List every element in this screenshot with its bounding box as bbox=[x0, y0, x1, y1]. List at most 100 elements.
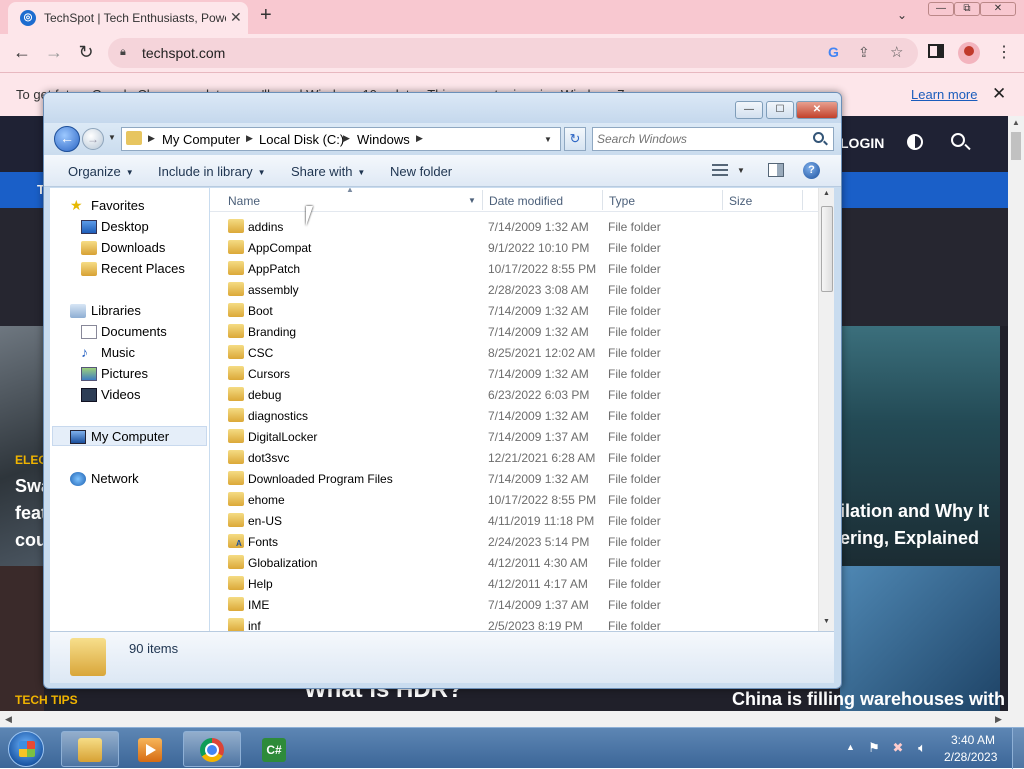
file-row[interactable]: IME 7/14/2009 1:37 AM File folder bbox=[210, 594, 818, 615]
right-headline-line[interactable]: ilation and Why It bbox=[840, 501, 989, 522]
start-button-icon[interactable] bbox=[8, 731, 44, 767]
change-view-icon[interactable] bbox=[712, 164, 728, 176]
scroll-up-arrow-icon[interactable]: ▲ bbox=[1012, 118, 1020, 127]
new-tab-button[interactable]: + bbox=[260, 4, 272, 27]
clock-date[interactable]: 2/28/2023 bbox=[944, 750, 997, 764]
page-scroll-thumb[interactable] bbox=[1011, 132, 1021, 160]
file-row[interactable]: AppPatch 10/17/2022 8:55 PM File folder bbox=[210, 258, 818, 279]
clock-time[interactable]: 3:40 AM bbox=[951, 733, 995, 747]
lock-icon[interactable]: 🔒︎ bbox=[120, 46, 126, 59]
breadcrumb-windows[interactable]: Windows bbox=[357, 132, 410, 147]
file-row[interactable]: A Fonts 2/24/2023 5:14 PM File folder bbox=[210, 531, 818, 552]
reload-icon[interactable]: ↻ bbox=[74, 42, 98, 63]
tab-search-chevron-icon[interactable]: ⌄ bbox=[897, 8, 907, 22]
file-row[interactable]: AppCompat 9/1/2022 10:10 PM File folder bbox=[210, 237, 818, 258]
scroll-up-arrow-icon[interactable]: ▲ bbox=[823, 190, 830, 197]
taskbar-csharp-button[interactable]: C# bbox=[245, 731, 303, 767]
file-name[interactable]: en-US bbox=[248, 514, 282, 528]
file-row[interactable]: assembly 2/28/2023 3:08 AM File folder bbox=[210, 279, 818, 300]
nav-network[interactable]: Network bbox=[91, 471, 139, 486]
file-row[interactable]: Boot 7/14/2009 1:32 AM File folder bbox=[210, 300, 818, 321]
breadcrumb-separator-icon[interactable]: ▶ bbox=[148, 133, 155, 144]
file-name[interactable]: Downloaded Program Files bbox=[248, 472, 393, 486]
file-row[interactable]: Help 4/12/2011 4:17 AM File folder bbox=[210, 573, 818, 594]
include-in-library-menu[interactable]: Include in library ▼ bbox=[158, 164, 266, 179]
share-icon[interactable]: ⇪ bbox=[858, 44, 870, 61]
file-row[interactable]: Cursors 7/14/2009 1:32 AM File folder bbox=[210, 363, 818, 384]
file-row[interactable]: dot3svc 12/21/2021 6:28 AM File folder bbox=[210, 447, 818, 468]
file-name[interactable]: Cursors bbox=[248, 367, 290, 381]
contrast-toggle-icon[interactable] bbox=[907, 134, 923, 150]
tab-close-icon[interactable]: ✕ bbox=[230, 9, 242, 26]
right-headline-line[interactable]: ering, Explained bbox=[840, 528, 979, 549]
browser-menu-icon[interactable]: ⋮ bbox=[996, 42, 1012, 62]
new-folder-button[interactable]: New folder bbox=[390, 164, 452, 179]
nav-libraries[interactable]: Libraries bbox=[91, 303, 141, 318]
column-header-type[interactable]: Type bbox=[609, 194, 635, 208]
explorer-maximize-button[interactable]: ☐ bbox=[766, 101, 794, 119]
explorer-titlebar[interactable]: — ☐ ✕ bbox=[44, 93, 841, 123]
address-url[interactable]: techspot.com bbox=[142, 45, 225, 61]
breadcrumb-local-disk[interactable]: Local Disk (C:) bbox=[259, 132, 344, 147]
file-name[interactable]: CSC bbox=[248, 346, 273, 360]
scroll-right-arrow-icon[interactable]: ▶ bbox=[995, 714, 1002, 725]
column-divider[interactable] bbox=[802, 190, 803, 210]
file-row[interactable]: debug 6/23/2022 6:03 PM File folder bbox=[210, 384, 818, 405]
explorer-close-button[interactable]: ✕ bbox=[796, 101, 838, 119]
browser-minimize-button[interactable]: — bbox=[928, 2, 954, 16]
file-row[interactable]: ehome 10/17/2022 8:55 PM File folder bbox=[210, 489, 818, 510]
china-headline[interactable]: China is filling warehouses with bbox=[732, 689, 1005, 710]
recent-pages-chevron-icon[interactable]: ▼ bbox=[108, 133, 116, 142]
share-with-menu[interactable]: Share with ▼ bbox=[291, 164, 365, 179]
bookmark-star-icon[interactable]: ☆ bbox=[890, 43, 903, 61]
network-disconnected-icon[interactable]: ✖ bbox=[890, 740, 906, 756]
file-name[interactable]: ehome bbox=[248, 493, 285, 507]
column-header-name[interactable]: Name bbox=[228, 194, 260, 208]
nav-videos[interactable]: Videos bbox=[101, 387, 141, 402]
explorer-refresh-icon[interactable]: ↻ bbox=[564, 127, 586, 151]
column-divider[interactable] bbox=[482, 190, 483, 210]
taskbar-chrome-button[interactable] bbox=[183, 731, 241, 767]
browser-restore-button[interactable]: ⧉ bbox=[954, 2, 980, 16]
file-name[interactable]: debug bbox=[248, 388, 281, 402]
explorer-address-bar[interactable]: ▶ My Computer ▶ Local Disk (C:) ▶ Window… bbox=[121, 127, 561, 151]
nav-documents[interactable]: Documents bbox=[101, 324, 167, 339]
explorer-back-button[interactable]: ← bbox=[54, 126, 80, 152]
file-name[interactable]: IME bbox=[248, 598, 269, 612]
nav-favorites[interactable]: Favorites bbox=[91, 198, 144, 213]
file-row[interactable]: inf 2/5/2023 8:19 PM File folder bbox=[210, 615, 818, 631]
address-bar[interactable]: 🔒︎ techspot.com G ⇪ ☆ bbox=[108, 38, 918, 68]
preview-pane-icon[interactable] bbox=[768, 163, 784, 177]
infobar-close-icon[interactable]: ✕ bbox=[992, 84, 1006, 104]
browser-tab[interactable]: ◎ TechSpot | Tech Enthusiasts, Power ✕ bbox=[8, 2, 248, 34]
learn-more-link[interactable]: Learn more bbox=[911, 87, 977, 102]
google-lens-icon[interactable]: G bbox=[828, 44, 839, 60]
file-name[interactable]: inf bbox=[248, 619, 261, 631]
file-name[interactable]: addins bbox=[248, 220, 283, 234]
explorer-minimize-button[interactable]: — bbox=[735, 101, 763, 119]
file-name[interactable]: Boot bbox=[248, 304, 273, 318]
volume-speaker-icon[interactable]: 🔈︎ bbox=[914, 740, 930, 756]
file-row[interactable]: Downloaded Program Files 7/14/2009 1:32 A… bbox=[210, 468, 818, 489]
site-search-icon[interactable] bbox=[951, 133, 965, 147]
file-name[interactable]: dot3svc bbox=[248, 451, 289, 465]
file-row[interactable]: Globalization 4/12/2011 4:30 AM File folde… bbox=[210, 552, 818, 573]
column-divider[interactable] bbox=[722, 190, 723, 210]
file-row[interactable]: Branding 7/14/2009 1:32 AM File folder bbox=[210, 321, 818, 342]
file-row[interactable]: addins 7/14/2009 1:32 AM File folder bbox=[210, 216, 818, 237]
page-vertical-scrollbar[interactable]: ▲ bbox=[1008, 116, 1024, 711]
file-row[interactable]: CSC 8/25/2021 12:02 AM File folder bbox=[210, 342, 818, 363]
profile-avatar-icon[interactable] bbox=[958, 42, 980, 64]
show-hidden-icons-arrow-icon[interactable]: ▲ bbox=[846, 742, 855, 752]
address-history-chevron-icon[interactable]: ▼ bbox=[544, 135, 552, 144]
show-desktop-button[interactable] bbox=[1012, 728, 1024, 769]
nav-downloads[interactable]: Downloads bbox=[101, 240, 165, 255]
column-divider[interactable] bbox=[602, 190, 603, 210]
nav-music[interactable]: Music bbox=[101, 345, 135, 360]
organize-menu[interactable]: Organize ▼ bbox=[68, 164, 134, 179]
file-list-scrollbar[interactable]: ▲ ▼ bbox=[818, 188, 834, 631]
file-row[interactable]: diagnostics 7/14/2009 1:32 AM File folder bbox=[210, 405, 818, 426]
forward-arrow-icon[interactable]: → bbox=[42, 42, 66, 63]
scroll-left-arrow-icon[interactable]: ◀ bbox=[5, 714, 12, 725]
file-name[interactable]: Globalization bbox=[248, 556, 317, 570]
